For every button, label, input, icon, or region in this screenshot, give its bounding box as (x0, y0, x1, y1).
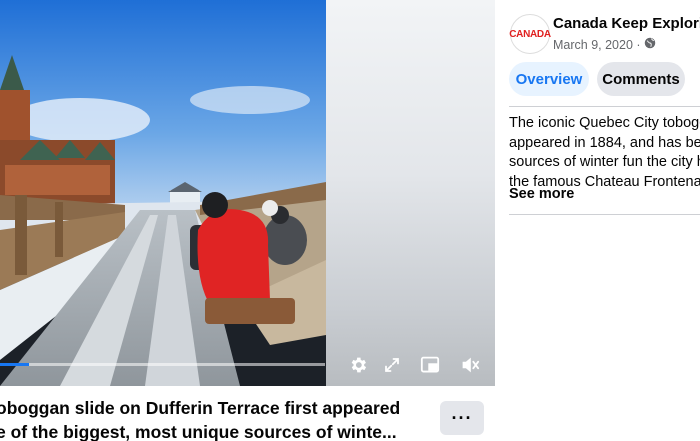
globe-icon (644, 37, 656, 52)
tab-comments[interactable]: Comments (597, 62, 685, 96)
description-line: appeared in 1884, and has been (509, 134, 700, 151)
page-avatar[interactable]: CANADA (509, 14, 551, 54)
post-date: March 9, 2020 · (553, 37, 656, 52)
post-date-text[interactable]: March 9, 2020 · (553, 38, 641, 52)
mute-icon[interactable] (457, 352, 483, 378)
video-frame (0, 0, 495, 386)
video-controls (345, 352, 495, 380)
video-caption: oboggan slide on Dufferin Terrace first … (0, 386, 430, 441)
description-line: sources of winter fun the city ha (509, 154, 700, 170)
post-description: The iconic Quebec City tobogga appeared … (509, 114, 700, 192)
more-options-button[interactable]: ··· (440, 401, 484, 435)
divider (509, 106, 700, 107)
progress-bar[interactable] (0, 363, 325, 366)
post-sidebar: CANADA Canada Keep Exploring March 9, 20… (495, 0, 700, 441)
canada-logo: CANADA (509, 28, 551, 40)
description-line: The iconic Quebec City tobogga (509, 115, 700, 131)
page-name[interactable]: Canada Keep Exploring (553, 15, 700, 32)
fullscreen-icon[interactable] (379, 352, 405, 378)
picture-in-picture-icon[interactable] (417, 352, 443, 378)
divider (509, 214, 700, 215)
progress-fill (0, 363, 30, 366)
settings-icon[interactable] (345, 352, 371, 378)
caption-line: e of the biggest, most unique sources of… (0, 422, 397, 441)
video-player[interactable] (0, 0, 495, 386)
see-more-link[interactable]: See more (509, 186, 574, 202)
caption-line: oboggan slide on Dufferin Terrace first … (0, 398, 401, 418)
tab-overview[interactable]: Overview (509, 62, 589, 96)
